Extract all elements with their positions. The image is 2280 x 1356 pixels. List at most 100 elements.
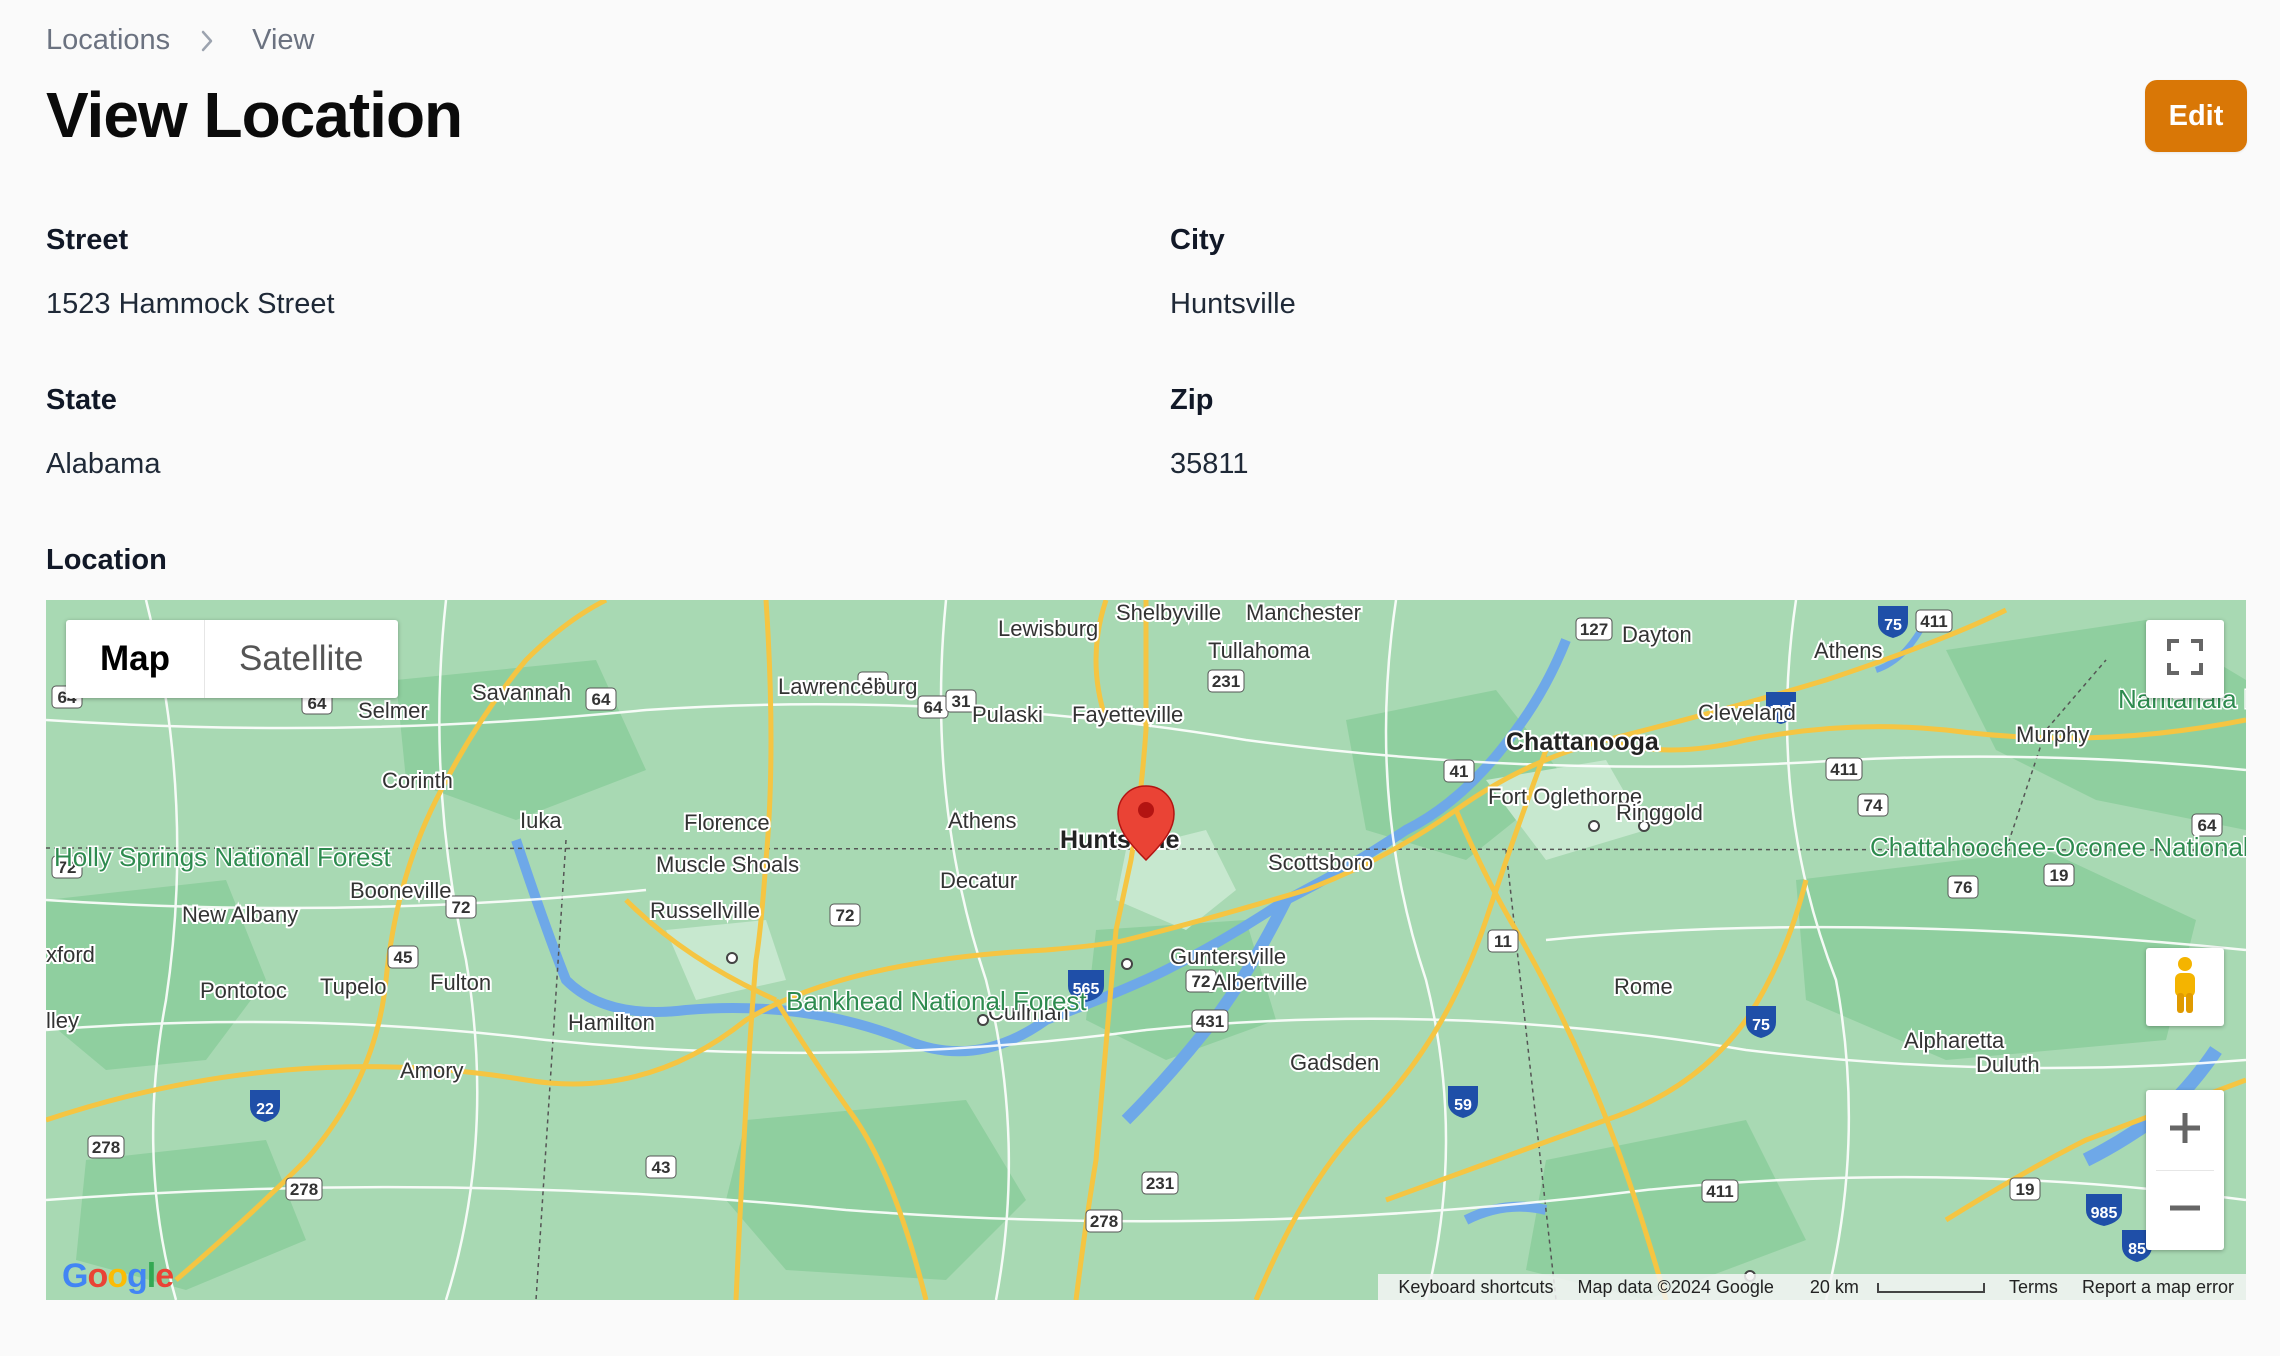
edit-button[interactable]: Edit <box>2145 80 2247 152</box>
svg-text:76: 76 <box>1954 878 1973 897</box>
svg-text:Cleveland: Cleveland <box>1698 700 1796 725</box>
svg-text:72: 72 <box>452 898 471 917</box>
svg-text:72: 72 <box>1192 972 1211 991</box>
svg-text:64: 64 <box>592 690 611 709</box>
google-logo[interactable]: Google <box>62 1257 174 1296</box>
svg-text:75: 75 <box>1884 617 1902 634</box>
svg-text:431: 431 <box>1196 1012 1224 1031</box>
svg-text:127: 127 <box>1580 620 1608 639</box>
map-type-map-button[interactable]: Map <box>66 620 204 698</box>
svg-text:278: 278 <box>290 1180 318 1199</box>
svg-text:Athens: Athens <box>948 808 1017 833</box>
svg-text:Booneville: Booneville <box>350 878 452 903</box>
svg-text:411: 411 <box>1830 760 1857 779</box>
keyboard-shortcuts-link[interactable]: Keyboard shortcuts <box>1386 1277 1565 1298</box>
svg-text:31: 31 <box>952 692 971 711</box>
svg-text:Selmer: Selmer <box>358 698 428 723</box>
state-label: State <box>46 384 117 416</box>
svg-text:Savannah: Savannah <box>472 680 571 705</box>
svg-text:Chattanooga: Chattanooga <box>1506 728 1660 756</box>
state-value: Alabama <box>46 448 161 480</box>
svg-text:Fulton: Fulton <box>430 970 491 995</box>
location-label: Location <box>46 544 167 576</box>
pegman-icon <box>2167 955 2203 1020</box>
plus-icon <box>2168 1111 2202 1150</box>
svg-text:Amory: Amory <box>400 1058 464 1083</box>
svg-text:Ringgold: Ringgold <box>1616 800 1703 825</box>
svg-text:Guntersville: Guntersville <box>1170 944 1286 969</box>
svg-text:41: 41 <box>1450 762 1469 781</box>
svg-text:Pontotoc: Pontotoc <box>200 978 287 1003</box>
svg-text:75: 75 <box>1752 1017 1770 1034</box>
svg-text:xford: xford <box>46 942 95 967</box>
svg-text:59: 59 <box>1454 1097 1472 1114</box>
svg-text:Gadsden: Gadsden <box>1290 1050 1379 1075</box>
location-map[interactable]: 64 64 64 64 231 127 411 411 41 74 64 76 … <box>46 600 2246 1300</box>
svg-text:Rome: Rome <box>1614 974 1673 999</box>
zip-value: 35811 <box>1170 448 1249 480</box>
svg-text:45: 45 <box>394 948 413 967</box>
svg-text:Chattahoochee-Oconee National: Chattahoochee-Oconee National Forests <box>1870 832 2246 862</box>
svg-text:Shelbyville: Shelbyville <box>1116 600 1221 625</box>
svg-text:278: 278 <box>1090 1212 1118 1231</box>
svg-text:Bankhead National Forest: Bankhead National Forest <box>786 986 1087 1016</box>
breadcrumb-item-locations[interactable]: Locations <box>46 24 170 57</box>
map-type-satellite-button[interactable]: Satellite <box>204 620 398 698</box>
zip-label: Zip <box>1170 384 1214 416</box>
svg-text:Dayton: Dayton <box>1622 622 1692 647</box>
zoom-divider <box>2156 1170 2214 1171</box>
svg-text:lley: lley <box>46 1008 79 1033</box>
zoom-in-button[interactable] <box>2146 1090 2224 1170</box>
svg-text:Albertville: Albertville <box>1212 970 1307 995</box>
svg-text:Muscle Shoals: Muscle Shoals <box>656 852 799 877</box>
breadcrumb: Locations View <box>46 24 315 57</box>
svg-text:Pulaski: Pulaski <box>972 702 1043 727</box>
report-map-error-link[interactable]: Report a map error <box>2070 1277 2246 1298</box>
svg-text:64: 64 <box>924 698 943 717</box>
svg-text:Russellville: Russellville <box>650 898 760 923</box>
street-view-pegman-button[interactable] <box>2146 948 2224 1026</box>
fullscreen-icon <box>2167 638 2203 680</box>
map-scale[interactable]: 20 km <box>1786 1277 1997 1298</box>
svg-text:Corinth: Corinth <box>382 768 453 793</box>
svg-text:85: 85 <box>2128 1241 2146 1258</box>
zoom-control <box>2146 1090 2224 1250</box>
svg-text:Scottsboro: Scottsboro <box>1268 850 1373 875</box>
svg-text:985: 985 <box>2091 1205 2118 1222</box>
breadcrumb-item-view: View <box>252 24 315 56</box>
svg-text:22: 22 <box>256 1101 274 1118</box>
svg-text:Tullahoma: Tullahoma <box>1208 638 1311 663</box>
terms-link[interactable]: Terms <box>1997 1277 2070 1298</box>
svg-text:Lawrenceburg: Lawrenceburg <box>778 674 917 699</box>
svg-text:43: 43 <box>652 1158 671 1177</box>
svg-text:19: 19 <box>2050 866 2069 885</box>
svg-text:Decatur: Decatur <box>940 868 1017 893</box>
minus-icon <box>2168 1191 2202 1230</box>
svg-text:Manchester: Manchester <box>1246 600 1361 625</box>
svg-text:278: 278 <box>92 1138 120 1157</box>
svg-text:Iuka: Iuka <box>520 808 562 833</box>
svg-text:411: 411 <box>1706 1182 1733 1201</box>
zoom-out-button[interactable] <box>2146 1170 2224 1250</box>
city-label: City <box>1170 224 1225 256</box>
svg-text:Murphy: Murphy <box>2016 722 2089 747</box>
svg-text:Holly Springs National Forest: Holly Springs National Forest <box>54 842 391 872</box>
page-title: View Location <box>46 79 463 151</box>
map-attribution: Keyboard shortcuts Map data ©2024 Google… <box>1378 1274 2246 1300</box>
city-value: Huntsville <box>1170 288 1296 320</box>
map-type-control: Map Satellite <box>66 620 398 698</box>
chevron-right-icon <box>200 30 214 52</box>
svg-text:411: 411 <box>1920 612 1947 631</box>
street-value: 1523 Hammock Street <box>46 288 335 320</box>
fullscreen-button[interactable] <box>2146 620 2224 698</box>
svg-text:Fayetteville: Fayetteville <box>1072 702 1183 727</box>
svg-text:Hamilton: Hamilton <box>568 1010 655 1035</box>
svg-text:Athens: Athens <box>1814 638 1883 663</box>
svg-text:Lewisburg: Lewisburg <box>998 616 1098 641</box>
svg-text:11: 11 <box>1494 932 1512 951</box>
svg-text:231: 231 <box>1146 1174 1174 1193</box>
svg-text:72: 72 <box>836 906 855 925</box>
map-canvas[interactable]: 64 64 64 64 231 127 411 411 41 74 64 76 … <box>46 600 2246 1300</box>
svg-text:Alpharetta: Alpharetta <box>1904 1028 2005 1053</box>
svg-text:74: 74 <box>1864 796 1883 815</box>
